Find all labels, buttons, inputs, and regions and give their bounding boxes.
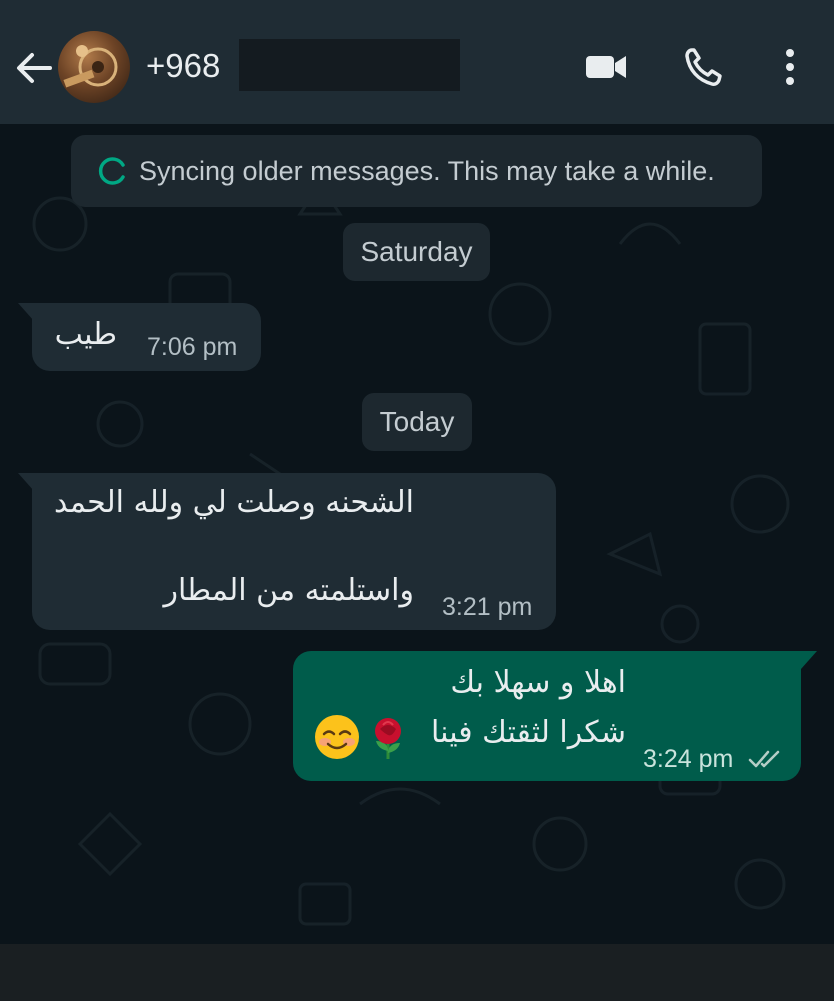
message-text-line-2: واستلمته من المطار	[163, 573, 414, 608]
voice-call-icon[interactable]	[684, 44, 724, 90]
contact-avatar[interactable]	[58, 31, 130, 103]
message-text-line-1: الشحنه وصلت لي ولله الحمد	[54, 485, 414, 520]
more-options-icon[interactable]	[778, 44, 802, 90]
message-text-line-1: اهلا و سهلا بك	[450, 665, 626, 700]
incoming-message[interactable]: طيب 7:06 pm	[32, 303, 261, 371]
redacted-contact-number	[239, 39, 460, 91]
sync-notice-text: Syncing older messages. This may take a …	[139, 156, 715, 186]
date-divider-today: Today	[362, 393, 472, 451]
sync-notice: Syncing older messages. This may take a …	[71, 135, 762, 207]
sync-spinner-icon	[98, 157, 125, 185]
bubble-tail	[801, 651, 817, 669]
bubble-tail	[18, 303, 34, 321]
video-call-icon[interactable]	[584, 44, 628, 90]
back-arrow-icon[interactable]	[14, 48, 54, 88]
message-time: 3:21 pm	[442, 593, 533, 621]
contact-name[interactable]: +968	[146, 44, 220, 88]
outgoing-message[interactable]: اهلا و سهلا بك شكرا لثقتك فينا 3:24 pm	[293, 651, 801, 781]
avatar-image	[63, 45, 118, 88]
incoming-message[interactable]: الشحنه وصلت لي ولله الحمد واستلمته من ال…	[32, 473, 556, 630]
message-text: طيب	[54, 317, 117, 352]
rose-emoji	[375, 718, 401, 759]
bubble-tail	[18, 473, 34, 491]
date-divider-saturday: Saturday	[343, 223, 490, 281]
bottom-navigation-bar	[0, 944, 834, 1001]
message-text-line-2: شكرا لثقتك فينا	[431, 715, 626, 750]
chat-header: +968	[0, 0, 834, 124]
message-time: 3:24 pm	[643, 745, 734, 773]
message-time: 7:06 pm	[147, 333, 238, 361]
smiling-face-emoji	[315, 715, 359, 759]
double-check-icon	[748, 750, 780, 768]
